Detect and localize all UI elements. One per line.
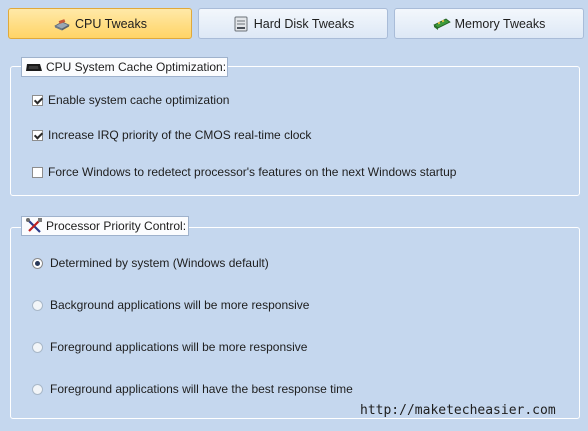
radio-label: Foreground applications will have the be… bbox=[50, 382, 353, 396]
radio-label: Determined by system (Windows default) bbox=[50, 256, 269, 270]
group-title: CPU System Cache Optimization: bbox=[46, 60, 227, 74]
priority-background-responsive-radio[interactable]: Background applications will be more res… bbox=[32, 297, 309, 313]
cpu-icon bbox=[53, 16, 71, 32]
watermark-url: http://maketecheasier.com bbox=[360, 403, 556, 418]
tab-cpu-tweaks[interactable]: CPU Tweaks bbox=[8, 8, 192, 39]
checkbox-label: Force Windows to redetect processor's fe… bbox=[48, 165, 457, 179]
cache-optimization-title: CPU System Cache Optimization: bbox=[21, 57, 228, 77]
tab-label: Hard Disk Tweaks bbox=[253, 16, 355, 31]
tab-memory-tweaks[interactable]: Memory Tweaks bbox=[394, 8, 584, 39]
radio-button[interactable] bbox=[32, 383, 43, 395]
enable-cache-optimization-checkbox[interactable]: Enable system cache optimization bbox=[32, 92, 229, 108]
radio-label: Background applications will be more res… bbox=[50, 298, 310, 312]
priority-system-default-radio[interactable]: Determined by system (Windows default) bbox=[32, 255, 269, 271]
radio-label: Foreground applications will be more res… bbox=[50, 340, 308, 354]
priority-foreground-responsive-radio[interactable]: Foreground applications will be more res… bbox=[32, 339, 307, 355]
checkbox-label: Increase IRQ priority of the CMOS real-t… bbox=[48, 128, 312, 142]
tab-hard-disk-tweaks[interactable]: Hard Disk Tweaks bbox=[198, 8, 388, 39]
hard-disk-icon bbox=[232, 16, 250, 32]
chip-icon bbox=[25, 59, 43, 75]
force-redetect-processor-checkbox[interactable]: Force Windows to redetect processor's fe… bbox=[32, 164, 456, 180]
tools-icon bbox=[25, 218, 43, 234]
radio-button[interactable] bbox=[32, 299, 43, 311]
priority-foreground-best-radio[interactable]: Foreground applications will have the be… bbox=[32, 381, 353, 397]
group-title: Processor Priority Control: bbox=[46, 219, 187, 233]
checkbox-box[interactable] bbox=[32, 129, 43, 141]
increase-irq-priority-checkbox[interactable]: Increase IRQ priority of the CMOS real-t… bbox=[32, 127, 311, 143]
radio-button[interactable] bbox=[32, 341, 43, 353]
tab-label: Memory Tweaks bbox=[454, 16, 546, 31]
checkbox-box[interactable] bbox=[32, 166, 43, 178]
processor-priority-title: Processor Priority Control: bbox=[21, 216, 189, 236]
checkbox-label: Enable system cache optimization bbox=[48, 93, 230, 107]
memory-icon bbox=[432, 16, 451, 32]
tab-label: CPU Tweaks bbox=[74, 16, 147, 31]
radio-button[interactable] bbox=[32, 257, 43, 269]
checkbox-box[interactable] bbox=[32, 94, 43, 106]
